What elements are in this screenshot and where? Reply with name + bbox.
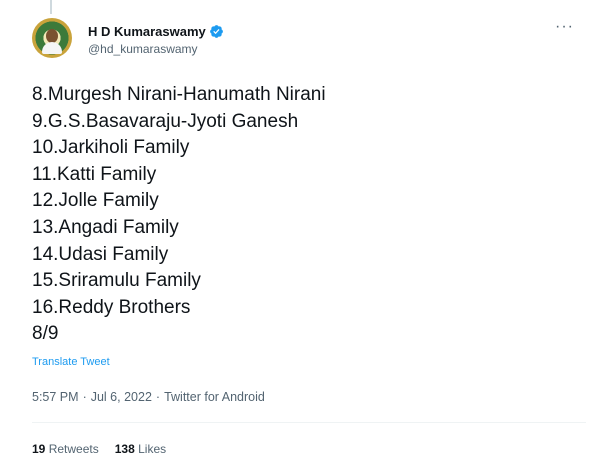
meta-separator: · — [82, 390, 87, 404]
thread-connector-line — [50, 0, 52, 14]
tweet-meta: 5:57 PM · Jul 6, 2022 · Twitter for Andr… — [32, 390, 265, 404]
tweet-text-line: 16.Reddy Brothers — [32, 296, 191, 318]
avatar[interactable] — [32, 18, 72, 58]
more-horizontal-icon[interactable]: ··· — [555, 18, 574, 36]
tweet-text-line: 11.Katti Family — [32, 163, 157, 185]
tweet-text: 8.Murgesh Nirani-Hanumath Nirani 9.G.S.B… — [32, 82, 572, 348]
retweets-count: 19 — [32, 442, 46, 456]
author-handle[interactable]: @hd_kumaraswamy — [88, 42, 198, 56]
meta-separator: · — [155, 390, 161, 404]
retweets-stat[interactable]: 19 Retweets — [32, 442, 99, 456]
tweet: H D Kumaraswamy @hd_kumaraswamy ··· 8.Mu… — [0, 0, 600, 470]
avatar-face — [46, 29, 58, 43]
tweet-stats: 19 Retweets 138 Likes — [32, 442, 166, 456]
tweet-text-line: 14.Udasi Family — [32, 243, 169, 265]
verified-badge-icon — [209, 25, 223, 38]
translate-tweet-link[interactable]: Translate Tweet — [32, 356, 110, 368]
tweet-text-line: 13.Angadi Family — [32, 216, 179, 238]
likes-label: Likes — [138, 442, 167, 456]
tweet-text-line: 8/9 — [32, 323, 59, 345]
likes-stat[interactable]: 138 Likes — [115, 442, 166, 456]
tweet-text-line: 15.Sriramulu Family — [32, 270, 201, 292]
tweet-time[interactable]: 5:57 PM — [32, 390, 79, 404]
author-display-name[interactable]: H D Kumaraswamy — [88, 24, 206, 39]
author-name-row[interactable]: H D Kumaraswamy — [88, 24, 224, 39]
tweet-source[interactable]: Twitter for Android — [164, 390, 265, 404]
tweet-date[interactable]: Jul 6, 2022 — [91, 390, 152, 404]
tweet-text-line: 10.Jarkiholi Family — [32, 137, 190, 159]
tweet-text-line: 9.G.S.Basavaraju-Jyoti Ganesh — [32, 110, 299, 132]
avatar-body — [42, 42, 62, 54]
divider — [32, 422, 586, 423]
tweet-text-line: 8.Murgesh Nirani-Hanumath Nirani — [32, 84, 326, 105]
retweets-label: Retweets — [48, 442, 99, 456]
likes-count: 138 — [114, 442, 135, 456]
tweet-text-line: 12.Jolle Family — [32, 190, 159, 212]
